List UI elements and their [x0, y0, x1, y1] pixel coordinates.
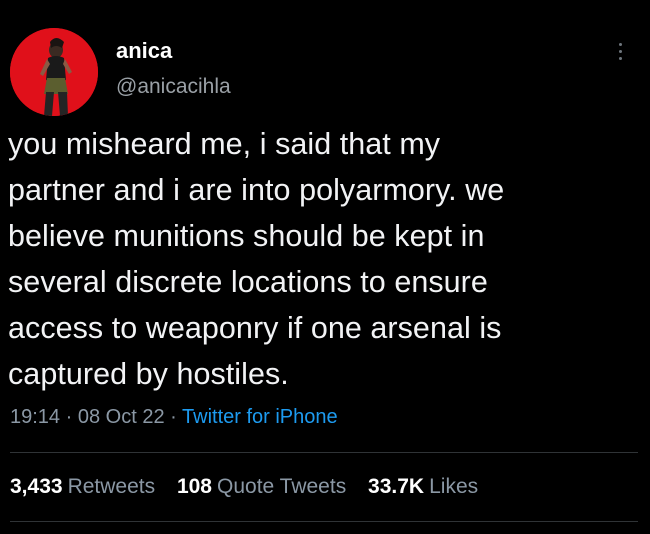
- meta-separator: ·: [65, 406, 73, 428]
- profile-photo-icon: [10, 28, 98, 116]
- retweets-label: Retweets: [67, 475, 156, 498]
- tweet-source-link[interactable]: Twitter for iPhone: [182, 406, 338, 428]
- quote-tweets-stat[interactable]: 108 Quote Tweets: [177, 473, 346, 501]
- retweets-count: 3,433: [10, 475, 63, 498]
- likes-stat[interactable]: 33.7K Likes: [368, 473, 478, 501]
- menu-dot: [618, 42, 622, 46]
- divider: [10, 521, 638, 522]
- meta-separator: ·: [170, 406, 177, 428]
- user-handle[interactable]: @anicacihla: [116, 74, 231, 100]
- more-vertical-icon[interactable]: [610, 34, 630, 68]
- retweets-stat[interactable]: 3,433 Retweets: [10, 473, 155, 501]
- tweet-date[interactable]: 08 Oct 22: [78, 406, 165, 428]
- quote-tweets-count: 108: [176, 475, 212, 498]
- tweet-text: you misheard me, i said that my partner …: [8, 127, 505, 391]
- tweet-meta: 19:14 · 08 Oct 22 · Twitter for iPhone: [10, 403, 338, 431]
- quote-tweets-label: Quote Tweets: [217, 475, 347, 498]
- likes-label: Likes: [429, 475, 479, 498]
- engagement-stats: 3,433 Retweets 108 Quote Tweets 33.7K Likes: [10, 473, 494, 501]
- tweet-time[interactable]: 19:14: [10, 406, 60, 428]
- tweet-card: anica @anicacihla you misheard me, i sai…: [0, 0, 650, 534]
- menu-dot: [618, 49, 622, 53]
- display-name[interactable]: anica: [116, 38, 172, 64]
- likes-count: 33.7K: [368, 475, 425, 498]
- menu-dot: [618, 56, 622, 60]
- divider: [10, 452, 638, 453]
- avatar[interactable]: [10, 28, 98, 116]
